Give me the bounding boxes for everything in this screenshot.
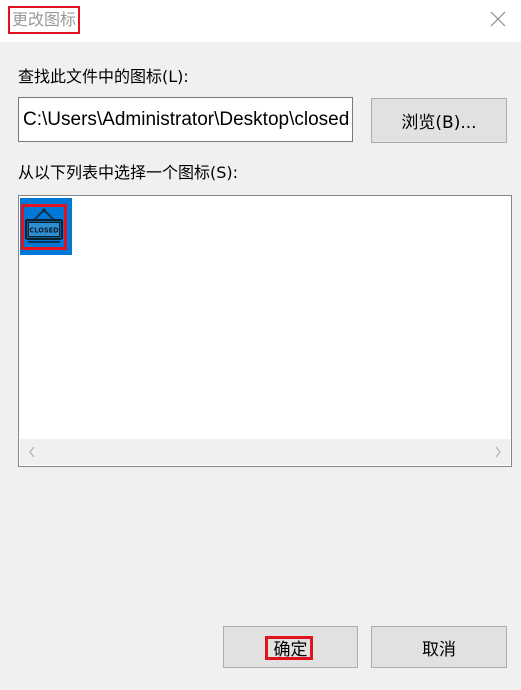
icon-highlight-box: CLOSED — [21, 204, 67, 250]
icon-list[interactable]: CLOSED — [18, 195, 512, 467]
icon-item-selected[interactable]: CLOSED — [20, 198, 72, 255]
ok-highlight-box — [265, 636, 313, 660]
browse-button[interactable]: 浏览(B)... — [371, 98, 507, 143]
title-bar: 更改图标 — [0, 0, 521, 42]
cancel-button-label: 取消 — [422, 639, 456, 660]
chevron-left-icon — [29, 446, 35, 458]
scroll-right-button[interactable] — [488, 439, 508, 465]
close-button[interactable] — [475, 0, 521, 38]
file-path-input[interactable]: C:\Users\Administrator\Desktop\closed — [18, 97, 353, 142]
icon-list-label: 从以下列表中选择一个图标(S): — [18, 163, 239, 182]
close-icon — [490, 11, 506, 27]
svg-text:CLOSED: CLOSED — [29, 227, 59, 235]
change-icon-dialog: 更改图标 查找此文件中的图标(L): C:\Users\Administrato… — [0, 0, 521, 690]
chevron-right-icon — [495, 446, 501, 458]
file-label: 查找此文件中的图标(L): — [18, 67, 189, 86]
dialog-title: 更改图标 — [8, 6, 81, 34]
cancel-button[interactable]: 取消 — [371, 626, 507, 668]
ok-button[interactable]: 确定 — [223, 626, 358, 668]
browse-button-label: 浏览(B)... — [401, 113, 477, 133]
scroll-left-button[interactable] — [22, 439, 42, 465]
horizontal-scrollbar[interactable] — [20, 439, 510, 465]
closed-sign-icon: CLOSED — [25, 208, 63, 243]
